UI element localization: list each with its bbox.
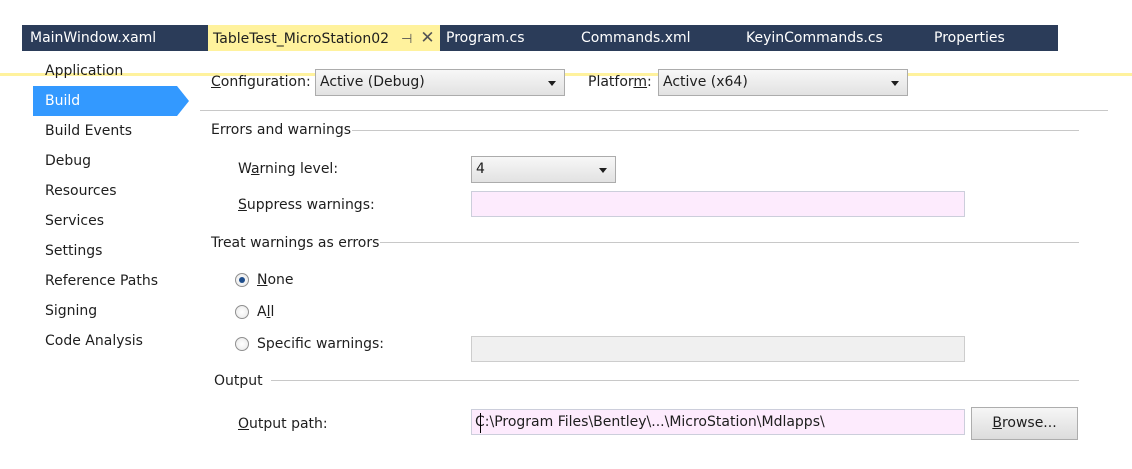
selection-arrow xyxy=(177,86,189,116)
suppress-warnings-label: Suppress warnings: xyxy=(238,197,375,213)
platform-label: Platform: xyxy=(588,74,652,90)
tab-label: MainWindow.xaml xyxy=(30,30,157,46)
tab-program-cs[interactable]: Program.cs xyxy=(446,25,525,51)
sidebar-item-label: Code Analysis xyxy=(45,333,143,349)
suppress-warnings-input[interactable] xyxy=(471,191,965,217)
text-cursor xyxy=(480,413,481,433)
tab-label: Program.cs xyxy=(446,30,525,46)
chevron-down-icon xyxy=(599,168,607,173)
section-title-output: Output xyxy=(214,373,263,389)
configuration-label: Configuration: xyxy=(211,74,311,90)
section-divider xyxy=(352,130,1079,131)
radio-specific-warnings[interactable] xyxy=(235,337,249,351)
radio-all-label[interactable]: All xyxy=(257,304,274,320)
sidebar-item-label: Settings xyxy=(45,243,103,259)
specific-warnings-input[interactable] xyxy=(471,336,965,362)
radio-none[interactable] xyxy=(235,273,249,287)
section-divider xyxy=(271,380,1079,381)
sidebar-item-label: Build xyxy=(45,93,81,109)
tab-mainwindow-xaml[interactable]: MainWindow.xaml xyxy=(30,25,156,51)
sidebar-item-reference-paths[interactable]: Reference Paths xyxy=(33,266,177,296)
configuration-dropdown[interactable]: Active (Debug) xyxy=(315,69,565,96)
pin-icon[interactable]: ⊣ xyxy=(401,27,412,53)
document-tab-bar: MainWindow.xaml TableTest_MicroStation02… xyxy=(0,25,1132,76)
warning-level-label: Warning level: xyxy=(238,161,339,177)
radio-specific-warnings-label[interactable]: Specific warnings: xyxy=(257,336,384,352)
platform-dropdown[interactable]: Active (x64) xyxy=(658,69,908,96)
sidebar-item-label: Reference Paths xyxy=(45,273,158,289)
sidebar-item-label: Application xyxy=(45,63,124,79)
sidebar-item-build-events[interactable]: Build Events xyxy=(33,116,177,146)
warning-level-dropdown[interactable]: 4 xyxy=(471,156,616,183)
sidebar-item-resources[interactable]: Resources xyxy=(33,176,177,206)
tab-keyincommands-cs[interactable]: KeyinCommands.cs xyxy=(746,25,883,51)
divider xyxy=(200,110,1108,111)
tab-label: Properties xyxy=(934,30,1005,46)
output-path-input[interactable]: C:\Program Files\Bentley\...\MicroStatio… xyxy=(471,409,965,435)
tab-label: Commands.xml xyxy=(581,30,691,46)
warning-level-value: 4 xyxy=(476,161,485,177)
output-path-label: Output path: xyxy=(238,416,328,432)
sidebar-item-label: Services xyxy=(45,213,105,229)
close-icon[interactable]: ✕ xyxy=(420,25,434,51)
section-title-treat-warnings: Treat warnings as errors xyxy=(211,235,380,251)
sidebar-item-build[interactable]: Build xyxy=(33,86,177,116)
section-title-errors-warnings: Errors and warnings xyxy=(211,122,352,138)
sidebar-item-label: Build Events xyxy=(45,123,132,139)
tab-label: TableTest_MicroStation02 xyxy=(213,31,390,47)
sidebar-item-application[interactable]: Application xyxy=(33,56,177,86)
tab-commands-xml[interactable]: Commands.xml xyxy=(581,25,691,51)
tab-label: KeyinCommands.cs xyxy=(746,30,883,46)
sidebar-item-debug[interactable]: Debug xyxy=(33,146,177,176)
platform-value: Active (x64) xyxy=(663,74,748,90)
sidebar-item-label: Debug xyxy=(45,153,92,169)
browse-button[interactable]: Browse... xyxy=(971,407,1078,440)
radio-all[interactable] xyxy=(235,305,249,319)
chevron-down-icon xyxy=(548,81,556,86)
sidebar-item-settings[interactable]: Settings xyxy=(33,236,177,266)
radio-none-label[interactable]: None xyxy=(257,272,294,288)
sidebar-item-services[interactable]: Services xyxy=(33,206,177,236)
section-divider xyxy=(380,242,1079,243)
sidebar-item-signing[interactable]: Signing xyxy=(33,296,177,326)
radio-selected-dot xyxy=(239,277,245,283)
tab-tabletest-microstation02[interactable]: TableTest_MicroStation02 ⊣ ✕ xyxy=(208,25,440,51)
sidebar-item-label: Resources xyxy=(45,183,117,199)
sidebar-item-label: Signing xyxy=(45,303,98,319)
tab-properties[interactable]: Properties xyxy=(934,25,1005,51)
configuration-value: Active (Debug) xyxy=(320,74,425,90)
chevron-down-icon xyxy=(891,81,899,86)
sidebar-item-code-analysis[interactable]: Code Analysis xyxy=(33,326,177,356)
tab-strip xyxy=(22,25,1058,51)
